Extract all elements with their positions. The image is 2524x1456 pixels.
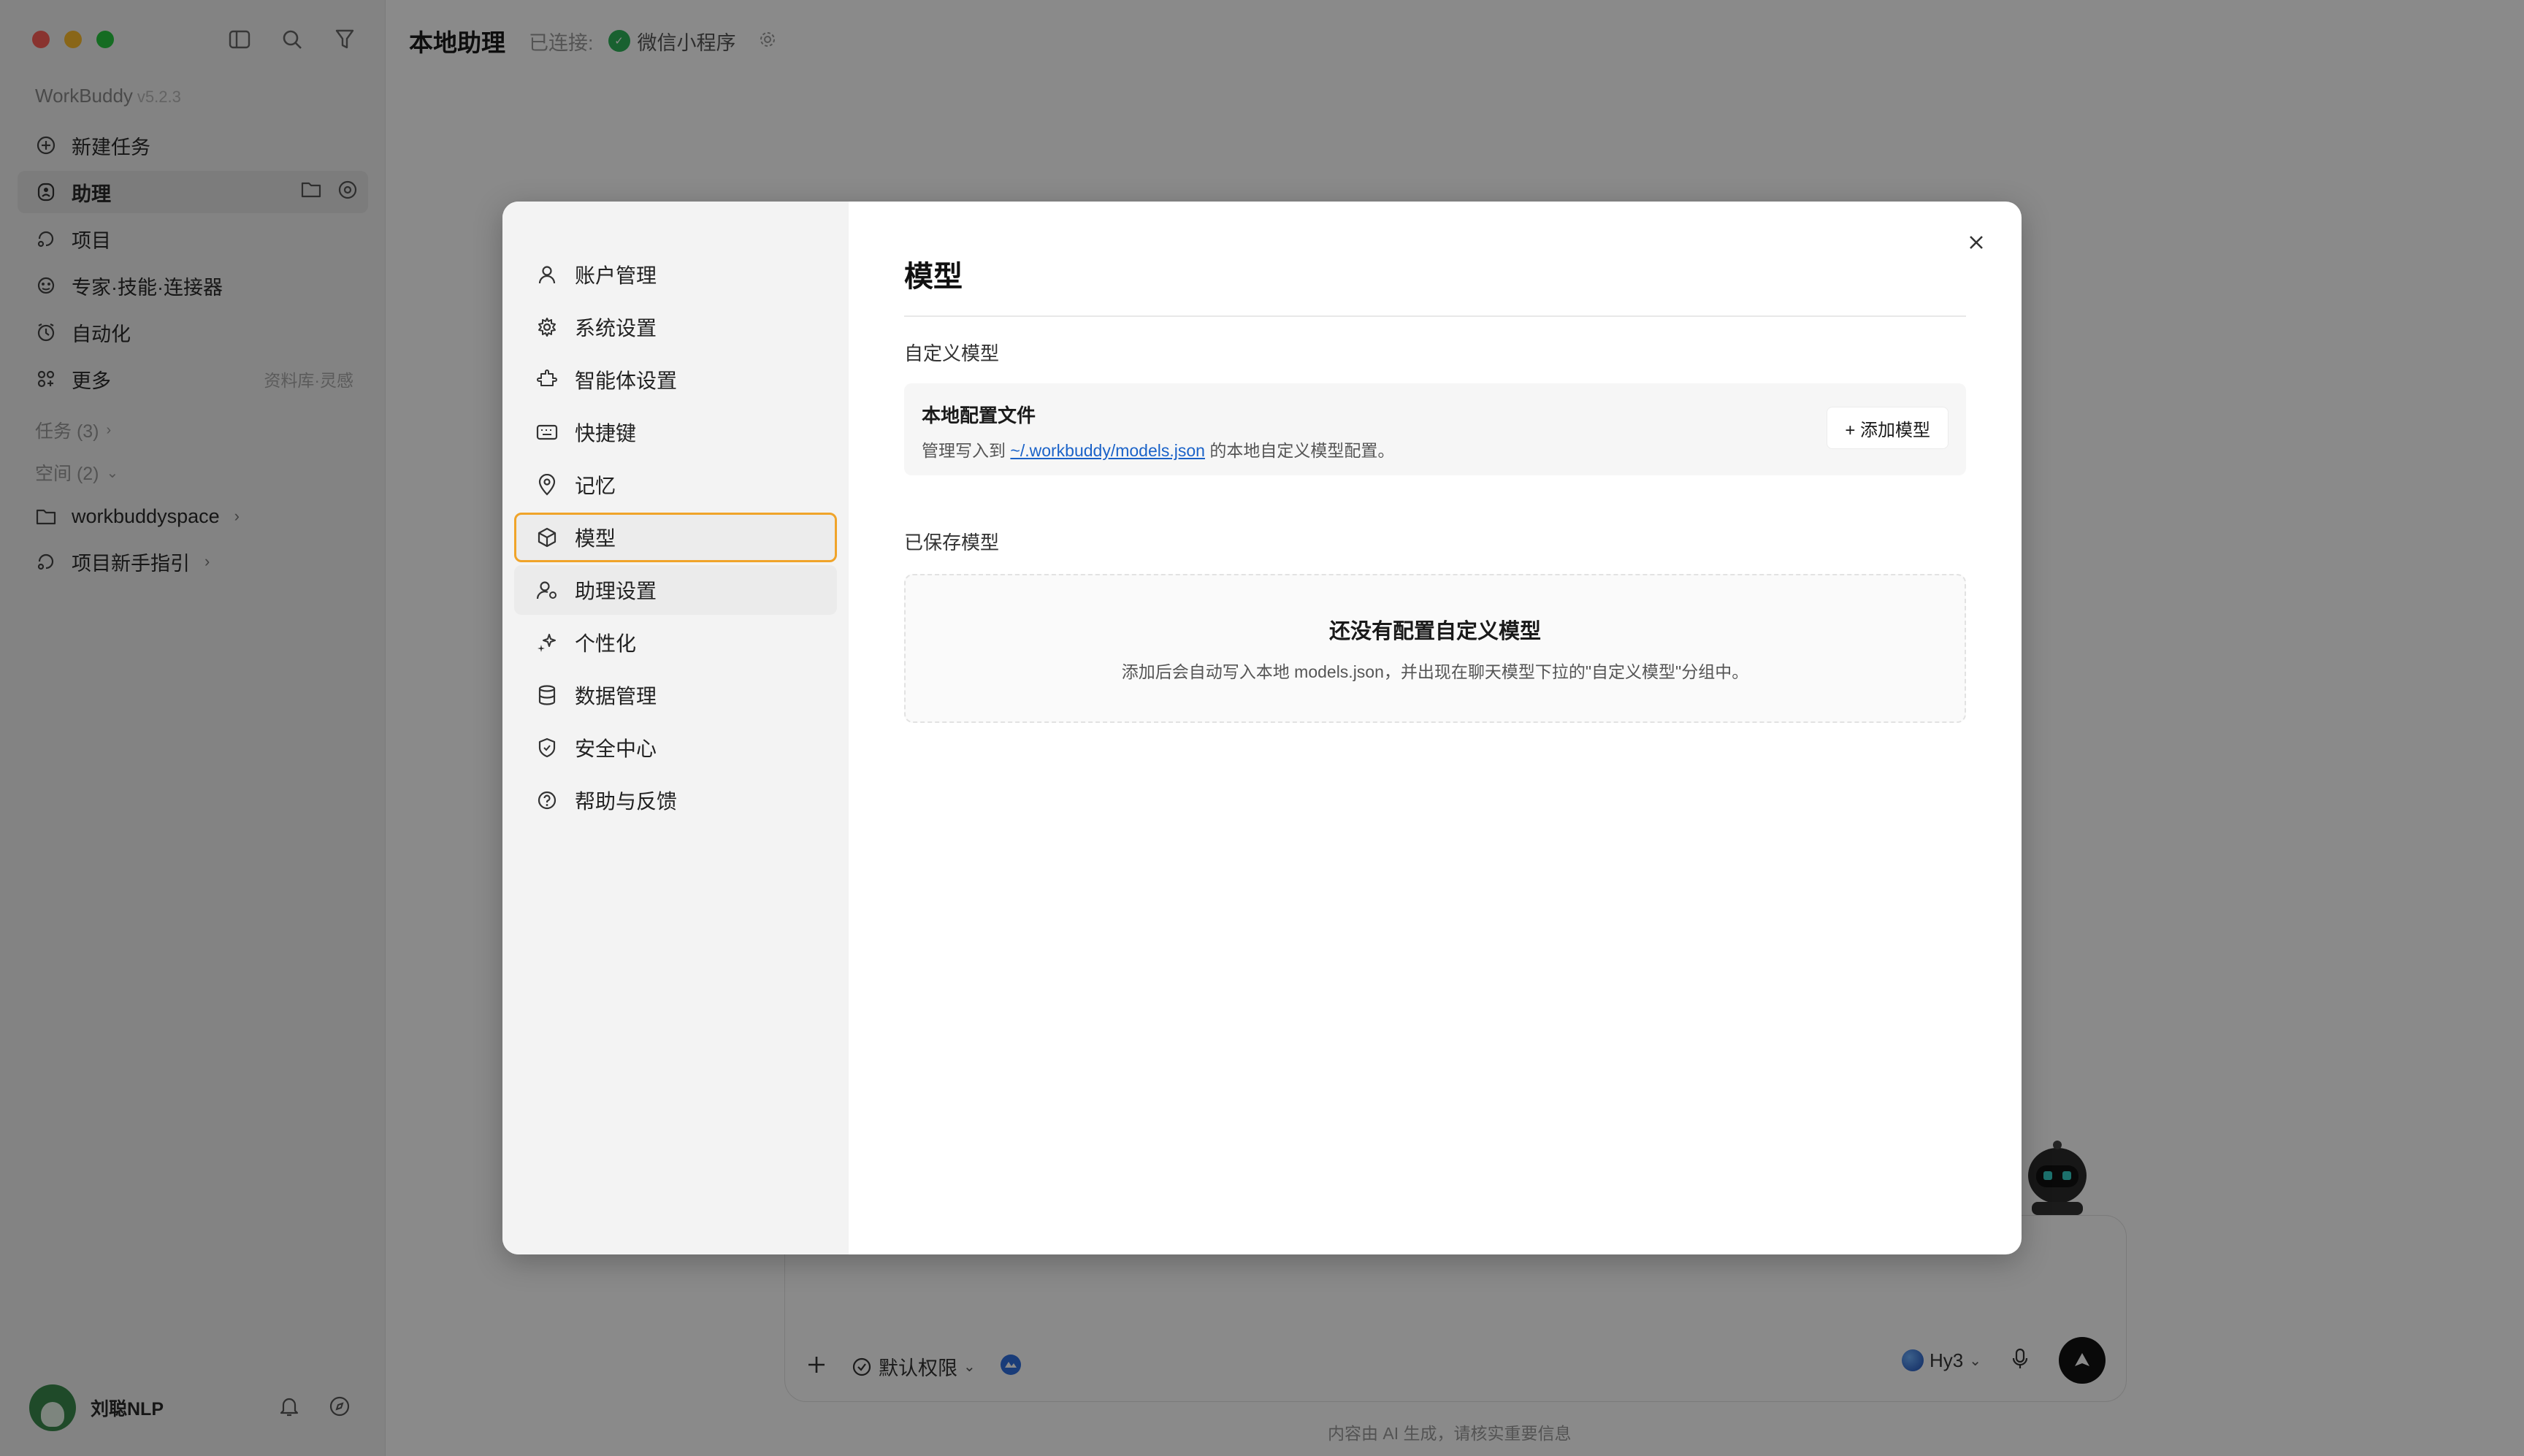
settings-menu: 账户管理 系统设置 智能体设置 快捷键 记忆 模型 助理设置 个性化 数据管理 … <box>502 202 849 1254</box>
local-config-card: 本地配置文件 管理写入到 ~/.workbuddy/models.json 的本… <box>904 383 1966 475</box>
models-json-link[interactable]: ~/.workbuddy/models.json <box>1010 441 1205 460</box>
settings-item-label: 个性化 <box>575 632 637 655</box>
settings-item-shortcuts[interactable]: 快捷键 <box>514 407 837 457</box>
empty-state-title: 还没有配置自定义模型 <box>1328 620 1541 643</box>
add-model-label: + 添加模型 <box>1845 420 1930 440</box>
user-settings-icon <box>535 578 559 602</box>
settings-item-label: 记忆 <box>575 475 616 497</box>
settings-item-label: 帮助与反馈 <box>575 790 678 813</box>
help-icon <box>535 789 559 812</box>
saved-models-heading: 已保存模型 <box>904 532 1000 553</box>
settings-item-model[interactable]: 模型 <box>514 513 837 562</box>
settings-item-assistant[interactable]: 助理设置 <box>514 565 837 615</box>
add-model-button[interactable]: + 添加模型 <box>1827 407 1949 449</box>
config-card-title: 本地配置文件 <box>922 405 1036 426</box>
settings-item-label: 模型 <box>575 527 616 550</box>
settings-item-label: 助理设置 <box>575 580 657 602</box>
cube-icon <box>535 526 559 549</box>
agent-icon <box>535 368 559 391</box>
settings-item-personalize[interactable]: 个性化 <box>514 618 837 667</box>
settings-item-account[interactable]: 账户管理 <box>514 250 837 299</box>
settings-item-label: 系统设置 <box>575 317 657 340</box>
close-icon[interactable] <box>1960 226 1992 258</box>
empty-state-desc: 添加后会自动写入本地 models.json，并出现在聊天模型下拉的"自定义模型… <box>1121 662 1749 681</box>
custom-models-heading: 自定义模型 <box>904 342 1000 364</box>
settings-item-help[interactable]: 帮助与反馈 <box>514 775 837 825</box>
settings-modal: 账户管理 系统设置 智能体设置 快捷键 记忆 模型 助理设置 个性化 数据管理 … <box>502 202 2022 1254</box>
settings-item-label: 快捷键 <box>575 422 637 445</box>
config-desc-prefix: 管理写入到 <box>922 441 1011 460</box>
settings-content: 模型 自定义模型 本地配置文件 管理写入到 ~/.workbuddy/model… <box>849 202 2022 1254</box>
database-icon <box>535 683 559 707</box>
settings-title: 模型 <box>904 253 1966 317</box>
settings-item-data[interactable]: 数据管理 <box>514 670 837 720</box>
config-desc-suffix: 的本地自定义模型配置。 <box>1204 441 1395 460</box>
settings-item-label: 安全中心 <box>575 737 657 760</box>
keyboard-icon <box>535 421 559 444</box>
config-card-desc: 管理写入到 ~/.workbuddy/models.json 的本地自定义模型配… <box>922 437 1949 461</box>
settings-item-memory[interactable]: 记忆 <box>514 460 837 510</box>
shield-icon <box>535 736 559 759</box>
settings-item-agent[interactable]: 智能体设置 <box>514 355 837 405</box>
settings-item-system[interactable]: 系统设置 <box>514 302 837 352</box>
settings-item-label: 智能体设置 <box>575 369 678 392</box>
settings-item-security[interactable]: 安全中心 <box>514 723 837 773</box>
memory-icon <box>535 473 559 497</box>
gear-icon <box>535 315 559 339</box>
empty-state: 还没有配置自定义模型 添加后会自动写入本地 models.json，并出现在聊天… <box>904 574 1966 723</box>
user-icon <box>535 263 559 286</box>
settings-item-label: 数据管理 <box>575 685 657 708</box>
settings-item-label: 账户管理 <box>575 264 657 287</box>
sparkle-icon <box>535 631 559 654</box>
